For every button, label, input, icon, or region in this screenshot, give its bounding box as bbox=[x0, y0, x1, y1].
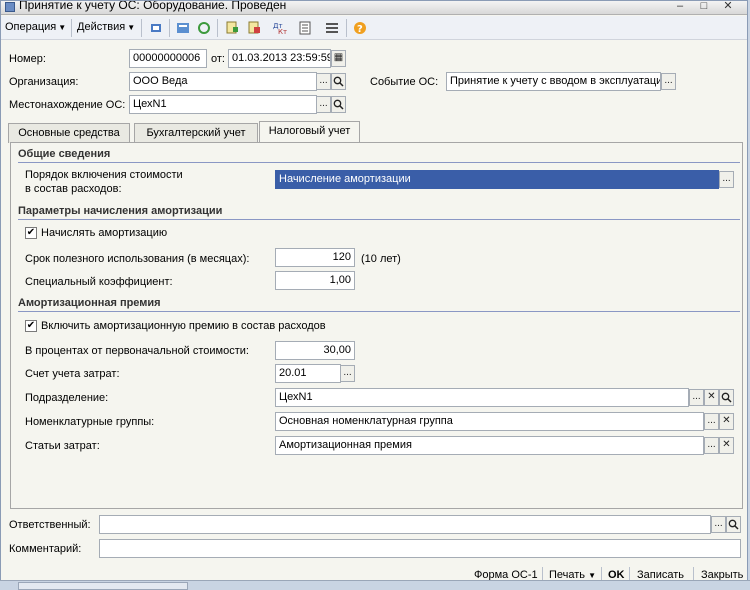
document-window: Принятие к учету ОС: Оборудование. Прове… bbox=[0, 0, 748, 589]
date-field[interactable]: 01.03.2013 23:59:59 bbox=[228, 49, 331, 68]
maximize-button[interactable]: □ bbox=[693, 1, 715, 14]
location-label: Местонахождение ОС: bbox=[9, 99, 126, 111]
toolbar-separator bbox=[169, 19, 170, 37]
responsible-field[interactable] bbox=[99, 515, 711, 534]
event-select-button[interactable]: ... bbox=[661, 73, 676, 90]
responsible-label: Ответственный: bbox=[9, 519, 91, 531]
taskbar bbox=[0, 580, 750, 590]
dt-kt-icon[interactable]: Дт Кт bbox=[271, 19, 289, 37]
section-bonus-title: Амортизационная премия bbox=[18, 297, 161, 309]
footer-separator bbox=[542, 567, 543, 581]
cost-account-label: Счет учета затрат: bbox=[25, 368, 120, 380]
include-bonus-label: Включить амортизационную премию в состав… bbox=[41, 320, 326, 332]
comment-label: Комментарий: bbox=[9, 543, 82, 555]
charge-depreciation-checkbox[interactable]: ✔ bbox=[25, 227, 37, 239]
special-coefficient-field[interactable]: 1,00 bbox=[275, 271, 355, 290]
calendar-icon[interactable]: ▦ bbox=[331, 50, 346, 67]
department-select-button[interactable]: ... bbox=[689, 389, 704, 406]
section-depreciation-title: Параметры начисления амортизации bbox=[18, 205, 223, 217]
actions-menu[interactable]: Действия ▼ bbox=[77, 21, 135, 33]
report-icon[interactable] bbox=[296, 19, 314, 37]
movements-icon[interactable] bbox=[195, 19, 213, 37]
toolbar-separator bbox=[141, 19, 142, 37]
location-search-icon[interactable] bbox=[331, 96, 346, 113]
expense-order-field[interactable]: Начисление амортизации bbox=[275, 170, 719, 189]
organization-search-icon[interactable] bbox=[331, 73, 346, 90]
tab-accounting[interactable]: Бухгалтерский учет bbox=[134, 123, 258, 143]
nomenclature-field[interactable]: Основная номенклатурная группа bbox=[275, 412, 704, 431]
include-bonus-checkbox[interactable]: ✔ bbox=[25, 320, 37, 332]
charge-depreciation-label: Начислять амортизацию bbox=[41, 227, 168, 239]
department-search-icon[interactable] bbox=[719, 389, 734, 406]
toolbar-separator bbox=[217, 19, 218, 37]
location-field[interactable]: ЦехN1 bbox=[129, 95, 317, 114]
close-window-button[interactable]: ✕ bbox=[717, 1, 739, 14]
section-divider bbox=[18, 162, 740, 163]
responsible-select-button[interactable]: ... bbox=[711, 516, 726, 533]
footer-separator bbox=[629, 567, 630, 581]
structure-icon[interactable] bbox=[174, 19, 192, 37]
cost-item-field[interactable]: Амортизационная премия bbox=[275, 436, 704, 455]
cost-account-field[interactable]: 20.01 bbox=[275, 364, 341, 383]
useful-life-field[interactable]: 120 bbox=[275, 248, 355, 267]
order-label-line2: в состав расходов: bbox=[25, 183, 122, 195]
nomenclature-clear-icon[interactable]: ✕ bbox=[719, 413, 734, 430]
percent-field[interactable]: 30,00 bbox=[275, 341, 355, 360]
percent-label: В процентах от первоначальной стоимости: bbox=[25, 345, 249, 357]
footer-separator bbox=[601, 567, 602, 581]
svg-text:?: ? bbox=[357, 24, 363, 35]
help-icon[interactable]: ? bbox=[351, 19, 369, 37]
minimize-button[interactable]: – bbox=[669, 1, 691, 14]
operation-menu[interactable]: Операция ▼ bbox=[5, 21, 66, 33]
list-icon[interactable] bbox=[323, 19, 341, 37]
department-label: Подразделение: bbox=[25, 392, 109, 404]
section-divider bbox=[18, 219, 740, 220]
section-divider bbox=[18, 311, 740, 312]
footer-separator bbox=[693, 567, 694, 581]
from-label: от: bbox=[211, 53, 225, 65]
comment-field[interactable] bbox=[99, 539, 741, 558]
cost-item-label: Статьи затрат: bbox=[25, 440, 100, 452]
organization-label: Организация: bbox=[9, 76, 79, 88]
number-field[interactable]: 00000000006 bbox=[129, 49, 207, 68]
tax-accounting-panel: Общие сведения Порядок включения стоимос… bbox=[10, 142, 743, 509]
special-coefficient-label: Специальный коэффициент: bbox=[25, 276, 173, 288]
event-label: Событие ОС: bbox=[370, 76, 439, 88]
tab-tax-accounting[interactable]: Налоговый учет bbox=[259, 121, 360, 144]
cost-item-clear-icon[interactable]: ✕ bbox=[719, 437, 734, 454]
nomenclature-select-button[interactable]: ... bbox=[704, 413, 719, 430]
post-icon[interactable] bbox=[147, 19, 165, 37]
department-clear-icon[interactable]: ✕ bbox=[704, 389, 719, 406]
cost-account-select-button[interactable]: ... bbox=[340, 365, 355, 382]
nomenclature-label: Номенклатурные группы: bbox=[25, 416, 155, 428]
organization-select-button[interactable]: ... bbox=[316, 73, 331, 90]
paste-icon[interactable] bbox=[245, 19, 263, 37]
useful-life-label: Срок полезного использования (в месяцах)… bbox=[25, 253, 250, 265]
event-field[interactable]: Принятие к учету с вводом в эксплуатаци bbox=[446, 72, 661, 91]
window-title: Принятие к учету ОС: Оборудование. Прове… bbox=[19, 1, 287, 12]
title-bar: Принятие к учету ОС: Оборудование. Прове… bbox=[1, 1, 747, 15]
tab-fixed-assets[interactable]: Основные средства bbox=[8, 123, 130, 143]
svg-text:Кт: Кт bbox=[278, 28, 287, 35]
location-select-button[interactable]: ... bbox=[316, 96, 331, 113]
cost-item-select-button[interactable]: ... bbox=[704, 437, 719, 454]
order-label-line1: Порядок включения стоимости bbox=[25, 169, 183, 181]
useful-life-hint: (10 лет) bbox=[361, 253, 401, 265]
organization-field[interactable]: ООО Веда bbox=[129, 72, 317, 91]
toolbar: Операция ▼ Действия ▼ Дт Кт ? bbox=[1, 16, 747, 40]
number-label: Номер: bbox=[9, 53, 46, 65]
window-icon bbox=[5, 2, 15, 12]
toolbar-separator bbox=[71, 19, 72, 37]
expense-order-select-button[interactable]: ... bbox=[719, 171, 734, 188]
department-field[interactable]: ЦехN1 bbox=[275, 388, 689, 407]
section-general-title: Общие сведения bbox=[18, 148, 111, 160]
toolbar-separator bbox=[346, 19, 347, 37]
responsible-search-icon[interactable] bbox=[726, 516, 741, 533]
copy-icon[interactable] bbox=[223, 19, 241, 37]
